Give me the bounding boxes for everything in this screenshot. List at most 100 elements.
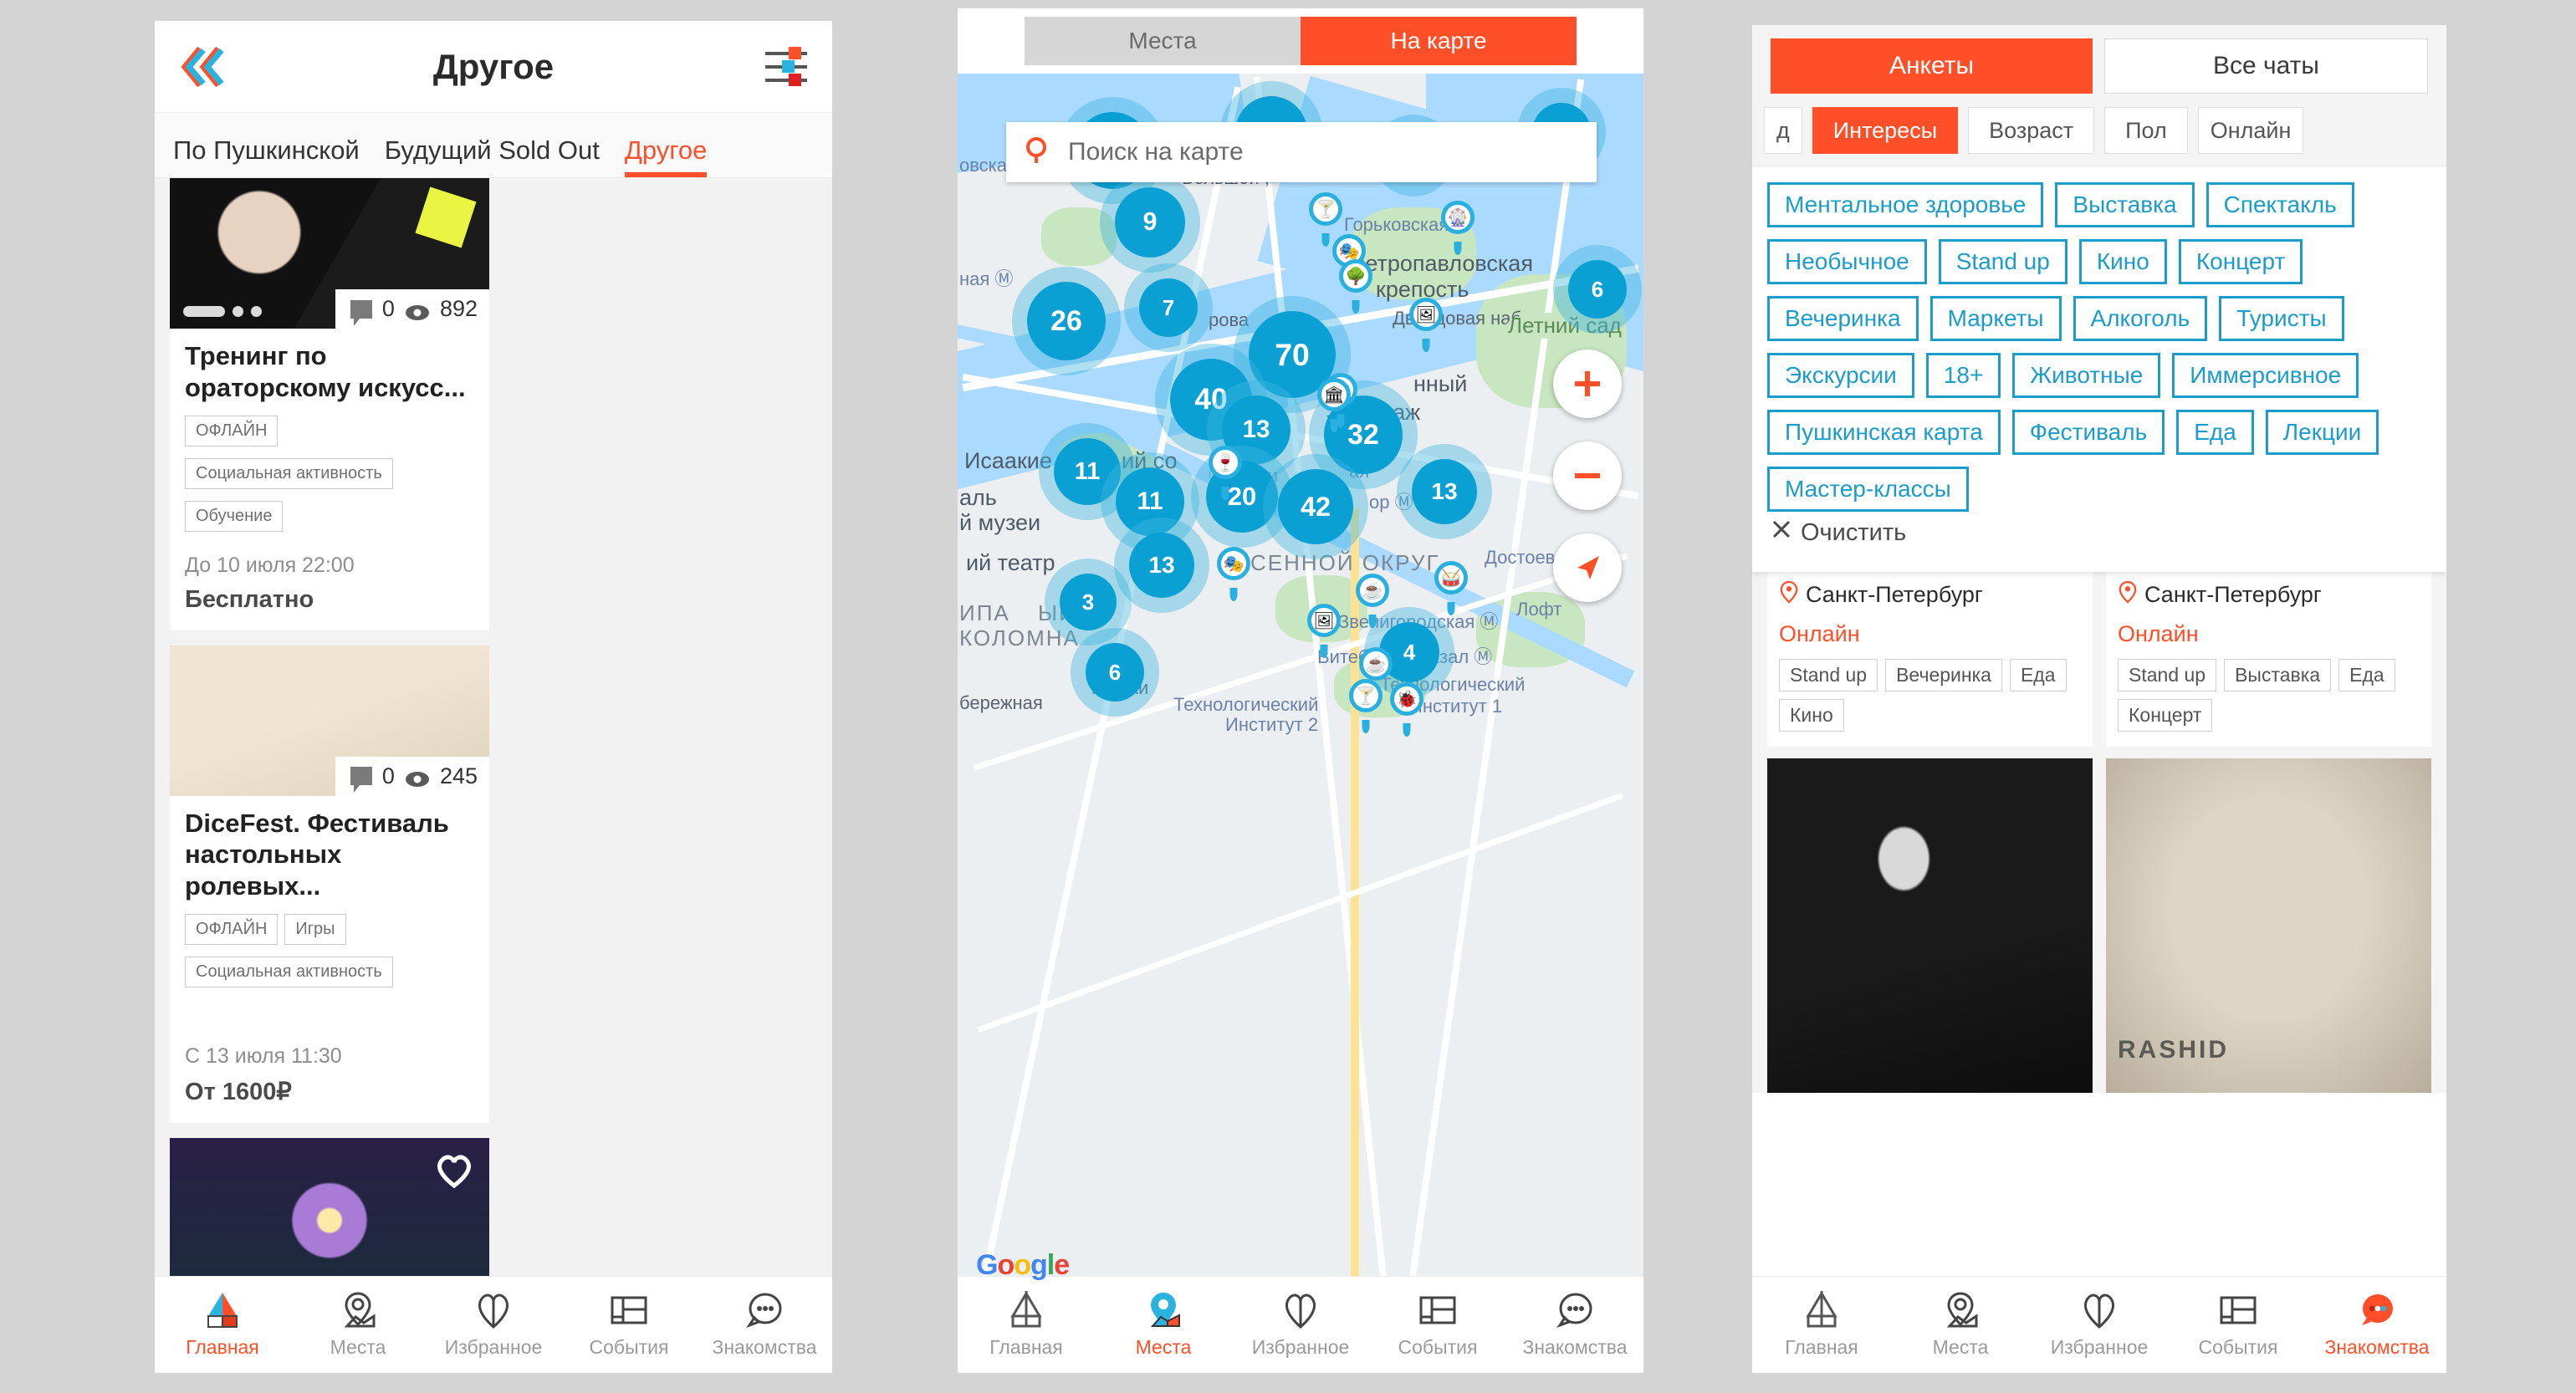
park-icon[interactable]: 🌳 — [1339, 259, 1372, 293]
interest-chip[interactable]: Кино — [2078, 239, 2167, 284]
tab-future-sold-out[interactable]: Будущий Sold Out — [385, 135, 600, 177]
event-tag[interactable]: Социальная активность — [185, 957, 393, 988]
interest-chip[interactable]: Спектакль — [2205, 182, 2354, 227]
cocktail-icon[interactable]: 🍸 — [1309, 192, 1342, 226]
interest-chip[interactable]: Пушкинская карта — [1767, 410, 2001, 455]
event-tag[interactable]: ОФЛАЙН — [185, 914, 279, 946]
profile-card[interactable]: Санкт-Петербург Онлайн Stand up Выставка… — [2106, 572, 2431, 747]
segment-on-map[interactable]: На карте — [1301, 17, 1577, 65]
map-cluster-marker[interactable]: 13 — [1129, 533, 1194, 598]
profile-photo[interactable]: RASHID — [2106, 758, 2431, 1093]
tab-other[interactable]: Другое — [624, 135, 707, 177]
tabbar-label: Знакомства — [712, 1336, 817, 1358]
interest-chip[interactable]: Иммерсивное — [2172, 353, 2359, 398]
map-label: Исаакие — [964, 448, 1052, 473]
interest-chip[interactable]: Животные — [2012, 353, 2161, 398]
profile-photo[interactable] — [1767, 758, 2093, 1093]
interest-chip[interactable]: Необычное — [1767, 239, 1927, 284]
gallery-icon[interactable]: 🖼 — [1409, 298, 1443, 331]
cocktail-icon[interactable]: 🍸 — [1349, 679, 1383, 712]
dating-filter-0[interactable]: д — [1764, 107, 1802, 154]
gallery-icon[interactable]: 🖼 — [1307, 604, 1341, 637]
dating-filter-3[interactable]: Пол — [2104, 107, 2188, 154]
interest-chip[interactable]: Еда — [2176, 410, 2254, 455]
event-tag[interactable]: Игры — [284, 914, 346, 946]
sliders-filter-icon[interactable] — [764, 44, 809, 89]
tab-po-pushkinskoy[interactable]: По Пушкинской — [173, 135, 360, 177]
interest-chip[interactable]: 18+ — [1925, 353, 2001, 398]
navigation-arrow-icon[interactable] — [1553, 533, 1622, 602]
profile-photo-row: RASHID — [1752, 747, 2446, 1093]
map-search-bar[interactable]: Поиск на карте — [1006, 122, 1597, 182]
map-cluster-marker[interactable]: 26 — [1027, 282, 1106, 360]
tabbar-item-favorites[interactable]: Избранное — [426, 1291, 561, 1359]
tabbar-item-home[interactable]: Главная — [1752, 1288, 1891, 1359]
tabbar-item-events[interactable]: События — [1369, 1291, 1506, 1359]
map-cluster-marker[interactable]: 6 — [1568, 260, 1627, 319]
interest-chip[interactable]: Туристы — [2219, 296, 2344, 341]
map-canvas[interactable]: Поиск на карте овская ⓂБольшой ,Большая … — [958, 74, 1643, 1290]
interest-chip[interactable]: Экскурсии — [1767, 353, 1914, 398]
interest-chip[interactable]: Мастер-классы — [1767, 467, 1969, 512]
bar-icon[interactable]: 🍷 — [1209, 446, 1242, 479]
ferriswheel-icon[interactable]: 🎡 — [1441, 201, 1475, 234]
barrel-icon[interactable]: 🥁 — [1434, 561, 1468, 594]
bug-icon[interactable]: 🐞 — [1390, 682, 1423, 716]
map-cluster-marker[interactable]: 42 — [1278, 469, 1353, 544]
map-cluster-marker[interactable]: 6 — [1086, 643, 1144, 702]
tabbar-item-dating[interactable]: Знакомства — [1506, 1291, 1643, 1359]
tabbar-item-dating[interactable]: Знакомства — [2308, 1291, 2446, 1359]
tabbar-item-events[interactable]: События — [561, 1291, 697, 1359]
tabbar-item-events[interactable]: События — [2169, 1291, 2308, 1359]
coffee-icon[interactable]: ☕ — [1359, 647, 1393, 681]
dating-filter-2[interactable]: Возраст — [1968, 107, 2095, 154]
tabbar-item-favorites[interactable]: Избранное — [2030, 1291, 2169, 1359]
interest-chip[interactable]: Выставка — [2055, 182, 2195, 227]
museum-icon[interactable]: 🏛 — [1317, 378, 1351, 411]
profile-city-label: Санкт-Петербург — [1806, 582, 1983, 607]
interest-chip[interactable]: Фестиваль — [2011, 410, 2165, 455]
segment-profiles[interactable]: Анкеты — [1771, 38, 2093, 94]
interest-chip[interactable]: Концерт — [2178, 239, 2303, 284]
map-zoom-out-button[interactable] — [1553, 441, 1622, 510]
tabbar-item-places[interactable]: Места — [290, 1291, 426, 1359]
interest-chip[interactable]: Маркеты — [1929, 296, 2062, 341]
event-card[interactable]: 0 245 DiceFest. Фестиваль настольных рол… — [170, 645, 489, 1124]
events-tabs: По Пушкинской Будущий Sold Out Другое — [155, 113, 832, 178]
map-cluster-marker[interactable]: 7 — [1139, 278, 1198, 337]
dating-filter-1[interactable]: Интересы — [1812, 107, 1959, 154]
map-cluster-marker[interactable]: 11 — [1054, 438, 1121, 505]
segment-places[interactable]: Места — [1025, 17, 1301, 65]
tabbar-item-places[interactable]: Места — [1891, 1291, 2030, 1359]
event-tag[interactable]: ОФЛАЙН — [185, 415, 279, 446]
favorite-heart-icon[interactable] — [434, 1151, 474, 1189]
event-card[interactable]: 0 892 Тренинг по ораторскому искусс... О… — [170, 178, 489, 630]
event-tag[interactable]: Обучение — [185, 500, 284, 532]
tabbar-item-home[interactable]: Главная — [155, 1291, 290, 1359]
map-cluster-marker[interactable]: 11 — [1116, 467, 1184, 536]
location-pin-icon — [2118, 580, 2138, 610]
map-cluster-marker[interactable]: 9 — [1115, 187, 1185, 258]
map-cluster-marker[interactable]: 13 — [1412, 459, 1477, 524]
tabbar-item-home[interactable]: Главная — [958, 1288, 1095, 1359]
interest-chip[interactable]: Ментальное здоровье — [1767, 182, 2044, 227]
map-cluster-marker[interactable]: 3 — [1060, 574, 1117, 630]
interest-chip[interactable]: Алкоголь — [2073, 296, 2208, 341]
clear-filters-button[interactable]: Очистить — [1767, 512, 2431, 554]
interests-filter-panel: Ментальное здоровье Выставка Спектакль Необ… — [1752, 167, 2446, 572]
image-pagination-dots[interactable] — [183, 306, 262, 317]
tabbar-item-favorites[interactable]: Избранное — [1232, 1291, 1369, 1359]
dating-filter-4[interactable]: Онлайн — [2197, 107, 2304, 154]
interest-chip[interactable]: Stand up — [1938, 239, 2067, 284]
segment-all-chats[interactable]: Все чаты — [2104, 38, 2428, 94]
map-zoom-in-button[interactable] — [1553, 350, 1622, 418]
tabbar-item-dating[interactable]: Знакомства — [697, 1291, 832, 1359]
coffee-icon[interactable]: ☕ — [1356, 574, 1389, 607]
interest-chip[interactable]: Лекции — [2265, 410, 2379, 455]
profile-card[interactable]: Санкт-Петербург Онлайн Stand up Вечеринк… — [1767, 572, 2093, 747]
tabbar-item-places[interactable]: Места — [1095, 1291, 1232, 1359]
event-tag[interactable]: Социальная активность — [185, 457, 393, 489]
interest-chip[interactable]: Вечеринка — [1767, 296, 1919, 341]
masks-icon[interactable]: 🎭 — [1217, 547, 1250, 580]
double-chevron-left-icon[interactable] — [178, 45, 230, 89]
